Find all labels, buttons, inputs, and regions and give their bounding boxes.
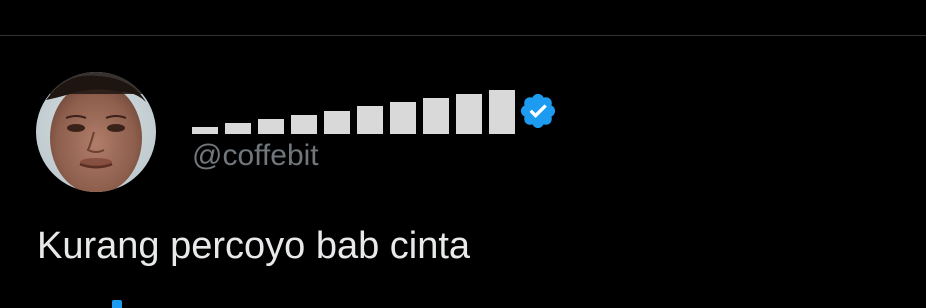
user-handle[interactable]: @coffebit — [192, 138, 319, 174]
display-name-bar — [489, 90, 515, 134]
display-name-bar — [192, 127, 218, 134]
display-name[interactable] — [192, 86, 515, 134]
avatar-portrait-image — [36, 72, 156, 192]
display-name-bars — [192, 89, 515, 134]
avatar[interactable] — [36, 72, 156, 192]
display-name-bar — [390, 102, 416, 134]
display-name-bar — [324, 111, 350, 134]
action-icon-partial[interactable] — [112, 300, 122, 308]
display-name-bar — [225, 123, 251, 134]
display-name-bar — [456, 94, 482, 134]
top-divider — [0, 35, 926, 36]
display-name-bar — [258, 119, 284, 134]
verified-badge-icon[interactable] — [518, 91, 558, 131]
verified-badge-icon-svg — [520, 93, 556, 129]
display-name-bar — [423, 98, 449, 134]
display-name-bar — [291, 115, 317, 134]
tweet-text: Kurang percoyo bab cinta — [37, 225, 471, 267]
display-name-bar — [357, 106, 383, 134]
